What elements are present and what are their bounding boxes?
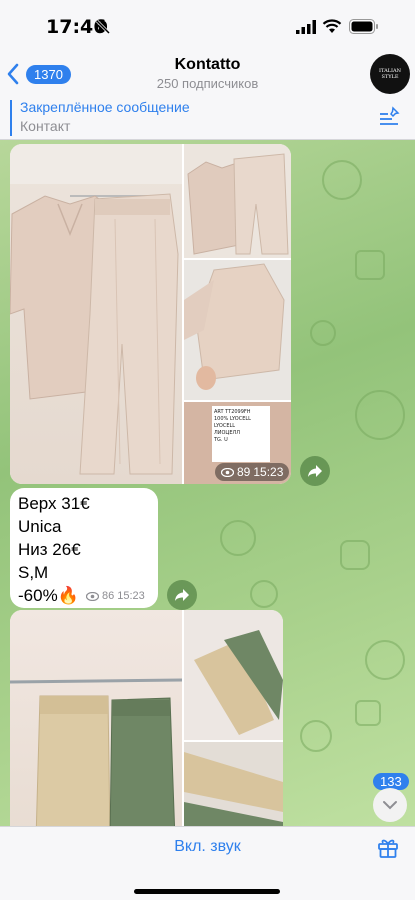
pinned-indicator — [10, 100, 12, 136]
photo-beige-set[interactable] — [10, 144, 182, 484]
message-time: 15:23 — [253, 465, 284, 479]
message-line: S,M — [18, 563, 49, 582]
photo-pants-laid[interactable] — [184, 610, 283, 740]
chat-header: 1370 Kontatto 250 подписчиков ITALIAN ST… — [0, 52, 415, 96]
wallpaper-doodle — [355, 700, 381, 726]
home-indicator — [134, 889, 280, 894]
care-label: ART TT2099FH 100% LYOCELL LYOCELL ЛИОЦЕЛ… — [212, 406, 270, 462]
pinned-message-bar[interactable]: Закреплённое сообщение Контакт — [0, 96, 415, 140]
status-bar: 17:46 — [0, 0, 415, 52]
message-line: -60%🔥 — [18, 586, 79, 605]
chevron-down-icon — [383, 801, 397, 810]
wallpaper-doodle — [355, 390, 405, 440]
label-line: 100% LYOCELL — [214, 416, 251, 422]
pinned-list-icon[interactable] — [378, 106, 400, 128]
photo-shirt-hanging[interactable] — [184, 144, 291, 258]
wallpaper-doodle — [220, 520, 256, 556]
bell-muted-icon — [95, 19, 111, 35]
view-count: 86 — [102, 590, 115, 602]
avatar-logo-text: ITALIAN STYLE — [379, 68, 401, 80]
clothing-illustration — [184, 263, 285, 390]
channel-title[interactable]: Kontatto — [0, 56, 415, 74]
battery-icon — [349, 19, 378, 34]
wallpaper-doodle — [300, 720, 332, 752]
label-line: LYOCELL — [214, 423, 236, 429]
subscriber-count: 250 подписчиков — [156, 76, 259, 91]
message-time: 15:23 — [117, 590, 145, 602]
photo-album[interactable] — [10, 610, 283, 826]
wallpaper-doodle — [250, 580, 278, 608]
eye-icon — [221, 467, 234, 477]
wallpaper-doodle — [355, 250, 385, 280]
chat-area[interactable]: ART TT2099FH 100% LYOCELL LYOCELL ЛИОЦЕЛ… — [0, 140, 415, 826]
label-line: ART TT2099FH — [214, 409, 251, 415]
clothing-illustration — [10, 144, 182, 475]
wallpaper-doodle — [340, 540, 370, 570]
label-line: ЛИОЦЕЛЛ — [214, 430, 240, 436]
view-count: 89 — [237, 465, 251, 479]
share-button[interactable] — [300, 456, 330, 486]
signal-icon — [296, 20, 316, 34]
eye-icon — [86, 591, 99, 601]
photo-shirt-held[interactable] — [184, 260, 291, 400]
message-line: Unica — [18, 517, 62, 536]
pinned-title: Закреплённое сообщение — [20, 99, 190, 115]
label-line: TG. U — [214, 437, 228, 443]
scroll-down-button[interactable] — [373, 788, 407, 822]
photo-cargo-pants[interactable] — [10, 610, 182, 826]
pinned-text: Контакт — [20, 118, 71, 134]
gift-icon[interactable] — [376, 835, 400, 859]
message-meta: 86 15:23 — [86, 590, 145, 602]
share-arrow-icon — [308, 465, 322, 477]
share-button[interactable] — [167, 580, 197, 610]
share-arrow-icon — [175, 589, 189, 601]
unmute-button[interactable]: Вкл. звук — [0, 838, 415, 856]
wallpaper-doodle — [365, 640, 405, 680]
message-line: Верх 31€ — [18, 494, 90, 513]
clothing-illustration — [10, 678, 182, 826]
photo-pants-detail[interactable] — [184, 742, 283, 826]
photo-album[interactable]: ART TT2099FH 100% LYOCELL LYOCELL ЛИОЦЕЛ… — [10, 144, 291, 484]
album-meta: 89 15:23 — [215, 463, 290, 481]
text-message[interactable]: Верх 31€ Unica Низ 26€ S,M -60%🔥 86 15:2… — [10, 488, 158, 608]
message-line: Низ 26€ — [18, 540, 81, 559]
bottom-bar: Вкл. звук — [0, 826, 415, 900]
wifi-icon — [322, 19, 342, 33]
clothing-illustration — [187, 153, 289, 255]
wallpaper-doodle — [322, 160, 362, 200]
channel-avatar[interactable]: ITALIAN STYLE — [370, 54, 410, 94]
clothing-illustration — [184, 752, 283, 826]
clothing-illustration — [194, 630, 283, 735]
wallpaper-doodle — [310, 320, 336, 346]
